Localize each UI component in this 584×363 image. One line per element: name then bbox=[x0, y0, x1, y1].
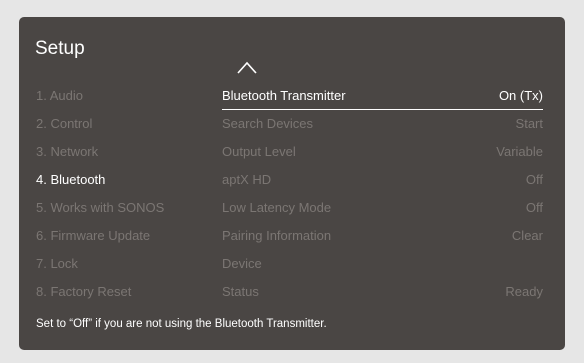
setup-screen: Setup 1. Audio 2. Control 3. Network 4. … bbox=[19, 17, 565, 350]
setting-label: Bluetooth Transmitter bbox=[222, 88, 346, 103]
setting-value: Variable bbox=[496, 144, 543, 159]
setting-value: Ready bbox=[505, 284, 543, 299]
setting-row-pairing-information[interactable]: Pairing Information Clear bbox=[222, 222, 543, 250]
setup-menu: 1. Audio 2. Control 3. Network 4. Blueto… bbox=[36, 82, 222, 306]
menu-item-bluetooth[interactable]: 4. Bluetooth bbox=[36, 166, 222, 194]
setting-value: Start bbox=[515, 116, 543, 131]
setting-value: On (Tx) bbox=[498, 88, 543, 103]
setting-value: Clear bbox=[511, 228, 543, 243]
setting-label: Device bbox=[222, 256, 262, 271]
setting-label: Low Latency Mode bbox=[222, 200, 332, 215]
setting-label: Search Devices bbox=[222, 116, 314, 131]
setting-label: Status bbox=[222, 284, 259, 299]
setting-row-status[interactable]: Status Ready bbox=[222, 278, 543, 306]
setting-row-low-latency-mode[interactable]: Low Latency Mode Off bbox=[222, 194, 543, 222]
menu-item-audio[interactable]: 1. Audio bbox=[36, 82, 222, 110]
setting-row-device[interactable]: Device bbox=[222, 250, 543, 278]
menu-item-control[interactable]: 2. Control bbox=[36, 110, 222, 138]
menu-item-factory-reset[interactable]: 8. Factory Reset bbox=[36, 278, 222, 306]
menu-item-network[interactable]: 3. Network bbox=[36, 138, 222, 166]
bluetooth-settings-list: Bluetooth Transmitter On (Tx) Search Dev… bbox=[222, 82, 543, 306]
setting-label: aptX HD bbox=[222, 172, 272, 187]
setting-label: Pairing Information bbox=[222, 228, 332, 243]
menu-item-firmware-update[interactable]: 6. Firmware Update bbox=[36, 222, 222, 250]
setting-row-output-level[interactable]: Output Level Variable bbox=[222, 138, 543, 166]
help-text: Set to “Off” if you are not using the Bl… bbox=[36, 318, 327, 330]
setting-label: Output Level bbox=[222, 144, 296, 159]
menu-item-lock[interactable]: 7. Lock bbox=[36, 250, 222, 278]
chevron-up-icon[interactable] bbox=[236, 61, 258, 75]
setting-value: Off bbox=[525, 172, 543, 187]
setting-value: Off bbox=[525, 200, 543, 215]
page-title: Setup bbox=[35, 38, 85, 59]
setting-row-aptx-hd[interactable]: aptX HD Off bbox=[222, 166, 543, 194]
setting-row-bluetooth-transmitter[interactable]: Bluetooth Transmitter On (Tx) bbox=[222, 82, 543, 110]
setting-row-search-devices[interactable]: Search Devices Start bbox=[222, 110, 543, 138]
menu-item-works-with-sonos[interactable]: 5. Works with SONOS bbox=[36, 194, 222, 222]
